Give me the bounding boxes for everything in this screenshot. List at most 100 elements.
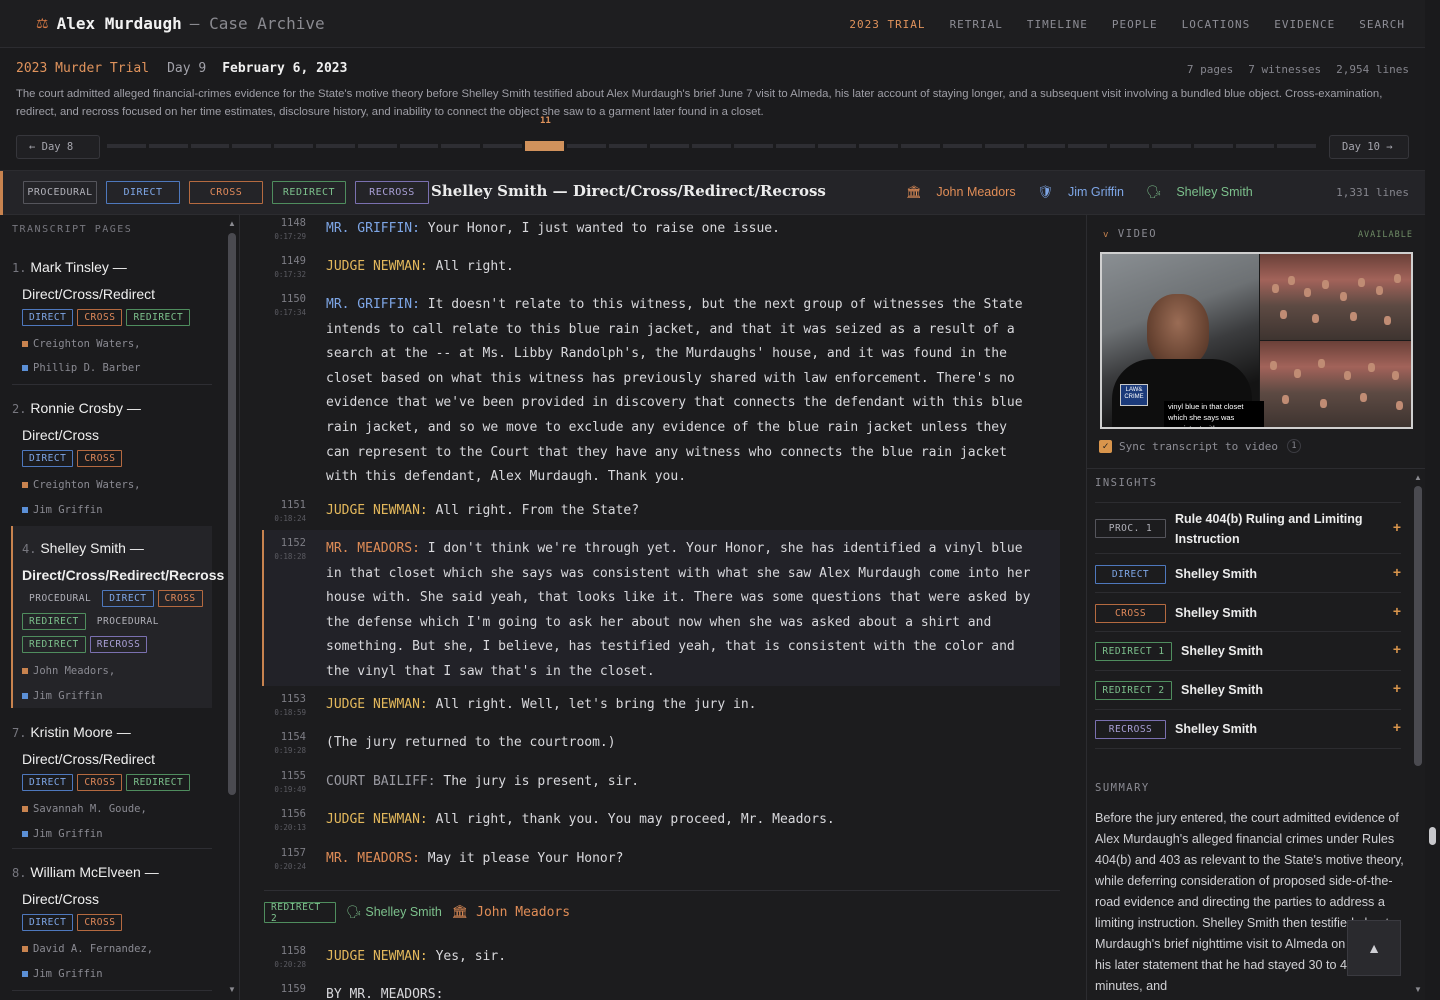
sidebar-scrollbar[interactable]: ▲ ▼ xyxy=(225,215,239,1000)
timeline-segment[interactable] xyxy=(357,144,397,148)
sidebar-item-title: 2. Ronnie Crosby — xyxy=(12,396,212,423)
checkbox-checked-icon[interactable]: ✓ xyxy=(1099,439,1112,453)
line-timestamp[interactable]: 0:20:24 xyxy=(262,862,306,871)
timeline-segment[interactable] xyxy=(608,144,648,148)
insight-item-redirect-1[interactable]: REDIRECT 1 Shelley Smith + xyxy=(1095,633,1401,671)
plus-icon[interactable]: + xyxy=(1393,680,1401,696)
timeline-segment[interactable] xyxy=(232,144,272,148)
timeline-segment[interactable] xyxy=(775,144,815,148)
timeline-segment[interactable] xyxy=(650,144,690,148)
timeline-segment[interactable] xyxy=(107,144,146,148)
sidebar-item-title: 7. Kristin Moore — xyxy=(12,720,212,747)
line-timestamp[interactable]: 0:20:13 xyxy=(262,823,306,832)
scroll-down-icon[interactable]: ▼ xyxy=(1414,985,1422,994)
timeline-segment[interactable] xyxy=(399,144,439,148)
sidebar-item-kristin-moore[interactable]: 7. Kristin Moore — Direct/Cross/Redirect… xyxy=(12,720,212,847)
timeline-segment[interactable] xyxy=(1026,144,1066,148)
scroll-up-icon[interactable]: ▲ xyxy=(1414,473,1422,482)
prosecutor-square-icon xyxy=(22,806,28,812)
tag-procedural[interactable]: PROCEDURAL xyxy=(23,181,97,204)
tag-redirect-2[interactable]: REDIRECT 2 xyxy=(264,902,336,924)
section-prosecutor[interactable]: 🏛 John Meadors xyxy=(452,905,570,920)
sidebar-item-ronnie-crosby[interactable]: 2. Ronnie Crosby — Direct/Cross DIRECT C… xyxy=(12,396,212,523)
sidebar-scroll-thumb[interactable] xyxy=(228,233,236,795)
timeline-segment[interactable] xyxy=(1235,144,1275,148)
scroll-up-icon[interactable]: ▲ xyxy=(228,219,236,228)
tag-direct[interactable]: DIRECT xyxy=(106,181,180,204)
brand[interactable]: ⚖ Alex Murdaugh — Case Archive xyxy=(36,14,325,33)
line-timestamp[interactable]: 0:19:49 xyxy=(262,785,306,794)
insight-item-recross[interactable]: RECROSS Shelley Smith + xyxy=(1095,711,1401,749)
page-scrollbar[interactable] xyxy=(1425,0,1440,1000)
line-timestamp[interactable]: 0:17:34 xyxy=(262,308,306,317)
timeline-segment[interactable] xyxy=(692,144,731,148)
nav-locations[interactable]: LOCATIONS xyxy=(1182,18,1251,31)
timeline-segment[interactable] xyxy=(274,144,313,148)
plus-icon[interactable]: + xyxy=(1393,719,1401,735)
witness-link[interactable]: 🗣 Shelley Smith xyxy=(1146,185,1264,200)
page-scroll-thumb[interactable] xyxy=(1429,827,1436,845)
prev-day-button[interactable]: ← Day 8 xyxy=(16,135,100,159)
insight-item-redirect-2[interactable]: REDIRECT 2 Shelley Smith + xyxy=(1095,672,1401,710)
line-timestamp[interactable]: 0:19:28 xyxy=(262,746,306,755)
timeline-segment[interactable] xyxy=(315,144,355,148)
tag-redirect[interactable]: REDIRECT xyxy=(272,181,346,204)
day-timeline[interactable] xyxy=(107,141,1319,151)
video-header[interactable]: v VIDEO xyxy=(1103,228,1157,240)
nav-2023-trial[interactable]: 2023 TRIAL xyxy=(849,18,925,31)
timeline-segment[interactable] xyxy=(148,144,188,148)
timeline-segment[interactable] xyxy=(1193,144,1233,148)
line-timestamp[interactable]: 0:17:29 xyxy=(262,232,306,241)
nav-retrial[interactable]: RETRIAL xyxy=(950,18,1003,31)
timeline-segment-current[interactable] xyxy=(524,141,564,151)
timeline-segment[interactable] xyxy=(1151,144,1191,148)
timeline-segment[interactable] xyxy=(859,144,899,148)
nav-timeline[interactable]: TIMELINE xyxy=(1027,18,1088,31)
sync-transcript-toggle[interactable]: ✓ Sync transcript to video 1 xyxy=(1099,439,1301,453)
nav-evidence[interactable]: EVIDENCE xyxy=(1274,18,1335,31)
timeline-segment[interactable] xyxy=(817,144,857,148)
tag-cross[interactable]: CROSS xyxy=(189,181,263,204)
timeline-segment[interactable] xyxy=(441,144,481,148)
timeline-segment[interactable] xyxy=(984,144,1024,148)
sidebar-item-william-mcelveen[interactable]: 8. William McElveen — Direct/Cross DIREC… xyxy=(12,860,212,987)
line-timestamp[interactable]: 0:20:28 xyxy=(262,960,306,969)
timeline-segment[interactable] xyxy=(733,144,773,148)
plus-icon[interactable]: + xyxy=(1393,564,1401,580)
chevron-down-icon[interactable]: v xyxy=(1103,230,1110,240)
timeline-segment[interactable] xyxy=(483,144,522,148)
nav-people[interactable]: PEOPLE xyxy=(1112,18,1158,31)
plus-icon[interactable]: + xyxy=(1393,603,1401,619)
timeline-segment[interactable] xyxy=(942,144,982,148)
line-timestamp[interactable]: 0:17:32 xyxy=(262,270,306,279)
right-panel-scroll-thumb[interactable] xyxy=(1414,486,1422,766)
line-timestamp[interactable]: 0:18:24 xyxy=(262,514,306,523)
video-player[interactable]: LAW& CRIME vinyl blue in that closet whi… xyxy=(1100,252,1413,429)
tag-recross[interactable]: RECROSS xyxy=(355,181,429,204)
speaker-label: JUDGE NEWMAN: xyxy=(326,812,428,827)
timeline-segment[interactable] xyxy=(190,144,230,148)
timeline-segment[interactable] xyxy=(1110,144,1149,148)
line-timestamp[interactable]: 0:18:28 xyxy=(262,552,306,561)
timeline-segment[interactable] xyxy=(901,144,940,148)
scroll-down-icon[interactable]: ▼ xyxy=(228,985,236,994)
line-timestamp[interactable]: 0:18:59 xyxy=(262,708,306,717)
plus-icon[interactable]: + xyxy=(1393,519,1401,535)
next-day-button[interactable]: Day 10 → xyxy=(1329,135,1409,159)
timeline-segment[interactable] xyxy=(1277,144,1317,148)
insight-item-direct[interactable]: DIRECT Shelley Smith + xyxy=(1095,555,1401,593)
sidebar-item-shelley-smith[interactable]: 4. Shelley Smith — Direct/Cross/Redirect… xyxy=(11,526,224,709)
sidebar-item-people: John Meadors, Jim Griffin xyxy=(13,659,212,709)
defense-link[interactable]: 🛡 Jim Griffin xyxy=(1038,185,1135,200)
timeline-segment[interactable] xyxy=(566,144,606,148)
insight-item-cross[interactable]: CROSS Shelley Smith + xyxy=(1095,594,1401,632)
sidebar-item-mark-tinsley[interactable]: 1. Mark Tinsley — Direct/Cross/Redirect … xyxy=(12,255,212,381)
right-panel-scrollbar[interactable]: ▲ ▼ xyxy=(1411,469,1425,1000)
prosecutor-link[interactable]: 🏛 John Meadors xyxy=(906,185,1027,200)
plus-icon[interactable]: + xyxy=(1393,641,1401,657)
timeline-segment[interactable] xyxy=(1068,144,1108,148)
back-to-top-button[interactable]: ▲ xyxy=(1347,920,1401,976)
section-witness[interactable]: 🗣 Shelley Smith xyxy=(346,905,442,920)
nav-search[interactable]: SEARCH xyxy=(1359,18,1405,31)
insight-item-procedural[interactable]: PROC. 1 Rule 404(b) Ruling and Limiting … xyxy=(1095,502,1401,554)
